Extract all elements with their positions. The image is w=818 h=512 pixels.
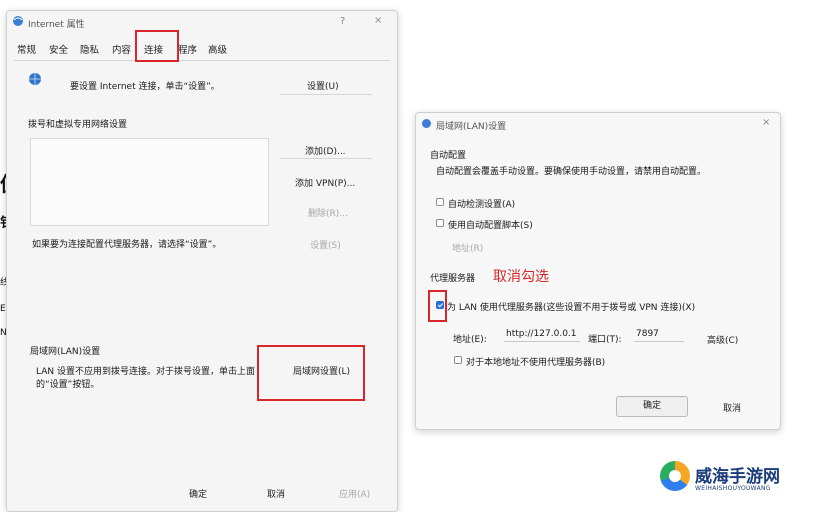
globe-icon [13,16,23,26]
proxy-address-input[interactable]: http://127.0.0.1 [504,326,580,342]
add-button-underline [280,158,372,159]
close-button[interactable]: × [374,15,382,26]
highlight-lan-settings [257,345,365,401]
watermark-title: 威海手游网 [695,467,780,487]
connections-list[interactable] [30,138,269,226]
tab-privacy[interactable]: 隐私 [80,42,99,56]
setup-description: 要设置 Internet 连接，单击“设置”。 [70,82,220,92]
tab-security[interactable]: 安全 [49,42,68,56]
highlight-proxy-checkbox [428,290,447,322]
auto-config-label: 自动配置 [430,151,467,161]
dialog-close-button[interactable]: × [762,117,770,128]
lan-description-2: 的“设置”按钮。 [36,380,100,390]
auto-detect-checkbox[interactable] [436,198,444,206]
setup-button-underline [280,94,372,95]
settings-button[interactable]: 设置(S) [310,238,341,251]
apply-button[interactable]: 应用(A) [339,487,370,500]
use-script-label: 使用自动配置脚本(S) [448,221,533,231]
tab-general[interactable]: 常规 [17,42,36,56]
use-proxy-label: 为 LAN 使用代理服务器(这些设置不用于拨号或 VPN 连接)(X) [447,303,696,313]
proxy-section-label: 代理服务器 [430,274,476,284]
tab-advanced[interactable]: 高级 [208,42,227,56]
site-logo-icon [660,461,690,491]
setup-button[interactable]: 设置(U) [307,79,339,92]
add-vpn-button[interactable]: 添加 VPN(P)... [295,176,355,189]
dialog-ok-button[interactable]: 确定 [616,396,688,417]
tab-divider [14,60,390,61]
remove-button[interactable]: 删除(R)... [308,206,348,219]
help-button[interactable]: ? [340,16,345,27]
globe-icon [422,119,431,128]
bg-edge-glyph: E [0,304,6,314]
proxy-hint: 如果要为连接配置代理服务器，请选择“设置”。 [32,240,222,250]
cancel-button[interactable]: 取消 [267,487,285,500]
highlight-connections-tab [135,30,179,62]
ok-button[interactable]: 确定 [189,487,207,500]
advanced-button[interactable]: 高级(C) [707,333,738,346]
network-globe-icon [29,73,41,85]
lan-section-label: 局域网(LAN)设置 [30,347,101,357]
address-label: 地址(E): [453,335,487,345]
dialog-title: 局域网(LAN)设置 [436,122,507,132]
bypass-local-checkbox[interactable] [454,356,462,364]
window-title: Internet 属性 [28,20,85,30]
bypass-local-label: 对于本地地址不使用代理服务器(B) [466,358,606,368]
auto-config-description: 自动配置会覆盖手动设置。要确保使用手动设置，请禁用自动配置。 [436,167,707,177]
tab-content[interactable]: 内容 [112,42,131,56]
proxy-port-input[interactable]: 7897 [634,326,684,342]
lan-description-1: LAN 设置不应用到拨号连接。对于拨号设置，单击上面 [36,367,255,377]
dialog-cancel-button[interactable]: 取消 [723,401,741,414]
script-address-label: 地址(R) [452,244,484,254]
tab-programs[interactable]: 程序 [178,42,197,56]
dialup-section-label: 拨号和虚拟专用网络设置 [28,120,128,130]
use-script-checkbox[interactable] [436,219,444,227]
watermark-subtitle: WEIHAISHOUYOUWANG [695,485,771,492]
annotation-uncheck: 取消勾选 [493,269,549,285]
port-label: 端口(T): [588,335,622,345]
add-button[interactable]: 添加(D)... [305,144,346,157]
auto-detect-label: 自动检测设置(A) [448,200,516,210]
